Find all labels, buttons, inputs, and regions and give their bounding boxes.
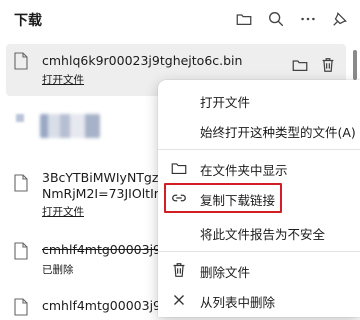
menu-item-label: 在文件夹中显示 <box>200 163 288 178</box>
open-file-link[interactable]: 打开文件 <box>42 204 84 219</box>
delete-button[interactable] <box>317 54 339 76</box>
menu-item-report-unsafe[interactable]: 将此文件报告为不安全 <box>158 218 360 246</box>
trash-icon <box>170 261 188 279</box>
menu-item-label: 将此文件报告为不安全 <box>200 227 326 242</box>
search-icon[interactable] <box>266 9 286 29</box>
panel-title: 下载 <box>14 13 42 29</box>
menu-item-label: 打开文件 <box>200 95 251 110</box>
file-icon <box>14 242 28 260</box>
menu-item-delete-file[interactable]: 删除文件 <box>158 256 360 284</box>
menu-item-label: 从列表中删除 <box>200 295 276 310</box>
file-thumbnail-icon <box>16 114 24 122</box>
close-icon <box>170 291 188 309</box>
more-icon[interactable] <box>298 9 318 29</box>
downloads-panel: 下载 cmhlq6k9r00023j9tghejto6c.bin 打开文件 3B… <box>0 0 360 317</box>
menu-item-remove-from-list[interactable]: 从列表中删除 <box>158 286 360 314</box>
file-name[interactable]: cmhlf4mtg00003j9tn <box>42 298 174 313</box>
file-icon <box>14 52 28 70</box>
menu-divider <box>158 251 360 252</box>
open-file-link[interactable]: 打开文件 <box>42 72 84 87</box>
scrollbar-thumb[interactable] <box>353 50 357 80</box>
menu-item-open-file[interactable]: 打开文件 <box>158 86 360 114</box>
menu-item-label: 删除文件 <box>200 265 251 280</box>
highlight-box <box>164 183 282 213</box>
folder-icon[interactable] <box>234 9 254 29</box>
folder-icon <box>170 159 188 177</box>
menu-item-always-open[interactable]: 始终打开这种类型的文件(A) <box>158 116 360 144</box>
menu-item-label: 始终打开这种类型的文件(A) <box>200 125 356 140</box>
pin-icon[interactable] <box>330 9 350 29</box>
blurred-thumbnail <box>40 114 100 138</box>
file-name[interactable]: cmhlf4mtg00003j9tn <box>42 242 174 257</box>
file-icon <box>14 298 28 316</box>
context-menu: 打开文件 始终打开这种类型的文件(A) 在文件夹中显示 复制下载链接 将此文件报… <box>158 80 360 317</box>
file-name-line1[interactable]: 3BcYTBiMWIyNTgzM <box>42 170 169 185</box>
file-name-line2[interactable]: NmRjM2I=73JIOltIm <box>42 186 166 201</box>
deleted-status: 已删除 <box>42 264 74 276</box>
menu-item-show-in-folder[interactable]: 在文件夹中显示 <box>158 154 360 182</box>
show-in-folder-button[interactable] <box>289 54 311 76</box>
file-name[interactable]: cmhlq6k9r00023j9tghejto6c.bin <box>42 53 242 68</box>
downloads-header: 下载 <box>0 0 360 40</box>
file-icon <box>14 174 28 192</box>
menu-divider <box>158 149 360 150</box>
